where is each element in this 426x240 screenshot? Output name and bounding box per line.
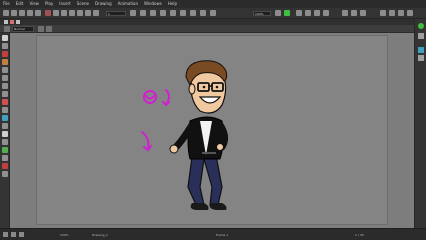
select-arrow-icon[interactable]	[2, 35, 8, 41]
status-bar: 100% Drawing_1 Frame 1 1 / 30	[0, 228, 426, 240]
eraser-icon[interactable]	[2, 99, 8, 105]
character-drawing[interactable]	[130, 55, 250, 215]
file-icon[interactable]	[3, 10, 9, 16]
text-icon[interactable]	[2, 67, 8, 73]
frame-range-readout: 1 / 30	[355, 233, 364, 237]
colour-icon[interactable]	[418, 33, 424, 39]
brush-icon[interactable]	[2, 51, 8, 57]
sound-icon[interactable]	[210, 10, 216, 16]
line-icon[interactable]	[2, 75, 8, 81]
pencil-icon[interactable]	[2, 59, 8, 65]
menu-play[interactable]: Play	[42, 0, 56, 8]
bone-tool-icon[interactable]	[2, 163, 8, 169]
menu-edit[interactable]: Edit	[13, 0, 27, 8]
layer-icon[interactable]	[342, 10, 348, 16]
cutter-icon[interactable]	[2, 107, 8, 113]
zoom-field[interactable]: 100%	[253, 11, 271, 16]
light-table-icon[interactable]	[140, 10, 146, 16]
option-icon[interactable]	[46, 26, 52, 32]
menu-bar: File Edit View Play Insert Scene Drawing…	[0, 0, 426, 8]
settings-icon[interactable]	[398, 10, 404, 16]
last-frame-icon[interactable]	[85, 10, 91, 16]
undo-icon[interactable]	[27, 10, 33, 16]
record-icon[interactable]	[45, 10, 51, 16]
mode-select[interactable]: Normal	[12, 26, 34, 32]
green-leaf-icon[interactable]	[284, 10, 290, 16]
ellipse-icon[interactable]	[2, 91, 8, 97]
loop-icon[interactable]	[93, 10, 99, 16]
menu-animation[interactable]: Animation	[115, 0, 141, 8]
camera-view-icon[interactable]	[160, 10, 166, 16]
close-tab-icon[interactable]	[10, 20, 14, 24]
frame-readout: Frame 1	[216, 233, 229, 237]
onion-skin-icon[interactable]	[130, 10, 136, 16]
layer-down-icon[interactable]	[360, 10, 366, 16]
reset-view-icon[interactable]	[275, 10, 281, 16]
main-toolbar: 1 100%	[0, 8, 426, 19]
eraser-size-icon[interactable]	[389, 10, 395, 16]
bone-icon[interactable]	[180, 10, 186, 16]
brush-size-icon[interactable]	[380, 10, 386, 16]
camera-icon[interactable]	[11, 232, 16, 237]
menu-insert[interactable]: Insert	[56, 0, 73, 8]
motion-strokes	[141, 89, 170, 152]
library-icon[interactable]	[418, 55, 424, 61]
menu-help[interactable]: Help	[165, 0, 180, 8]
tool-options-bar: Normal	[0, 25, 426, 33]
tools-panel	[0, 33, 10, 228]
rotate-view-icon[interactable]	[2, 155, 8, 161]
dropper-icon[interactable]	[2, 123, 8, 129]
scale-icon[interactable]	[314, 10, 320, 16]
mode-icon[interactable]	[4, 26, 10, 32]
menu-tab-icon[interactable]	[16, 20, 20, 24]
layer-up-icon[interactable]	[351, 10, 357, 16]
paint-bucket-icon[interactable]	[2, 115, 8, 121]
zoom-readout[interactable]: 100%	[60, 233, 69, 237]
view-mode-icon[interactable]	[3, 232, 8, 237]
drawing-readout: Drawing_1	[92, 233, 108, 237]
rectangle-icon[interactable]	[2, 83, 8, 89]
deform-icon[interactable]	[170, 10, 176, 16]
open-icon[interactable]	[11, 10, 17, 16]
rotate-icon[interactable]	[305, 10, 311, 16]
menu-drawing[interactable]: Drawing	[92, 0, 115, 8]
mirror-icon[interactable]	[323, 10, 329, 16]
contour-editor-icon[interactable]	[2, 43, 8, 49]
previous-frame-icon[interactable]	[61, 10, 67, 16]
option-icon[interactable]	[38, 26, 44, 32]
next-frame-icon[interactable]	[77, 10, 83, 16]
menu-view[interactable]: View	[26, 0, 42, 8]
play-icon[interactable]	[69, 10, 75, 16]
frame-field[interactable]: 1	[106, 11, 126, 16]
grid-icon[interactable]	[150, 10, 156, 16]
menu-file[interactable]: File	[0, 0, 13, 8]
node-view-icon[interactable]	[418, 23, 424, 29]
transform-icon[interactable]	[2, 147, 8, 153]
save-icon[interactable]	[19, 10, 25, 16]
menu-scene[interactable]: Scene	[74, 0, 92, 8]
morph-icon[interactable]	[200, 10, 206, 16]
redo-icon[interactable]	[35, 10, 41, 16]
grid-toggle-icon[interactable]	[19, 232, 24, 237]
camera-tab-icon[interactable]	[4, 20, 8, 24]
first-frame-icon[interactable]	[53, 10, 59, 16]
flip-horizontal-icon[interactable]	[296, 10, 302, 16]
peg-icon[interactable]	[190, 10, 196, 16]
zoom-icon[interactable]	[2, 139, 8, 145]
menu-windows[interactable]: Windows	[141, 0, 165, 8]
timeline-icon[interactable]	[418, 47, 424, 53]
hand-icon[interactable]	[2, 131, 8, 137]
help-icon[interactable]	[407, 10, 413, 16]
morph-tool-icon[interactable]	[2, 171, 8, 177]
right-tools-panel	[414, 19, 426, 228]
